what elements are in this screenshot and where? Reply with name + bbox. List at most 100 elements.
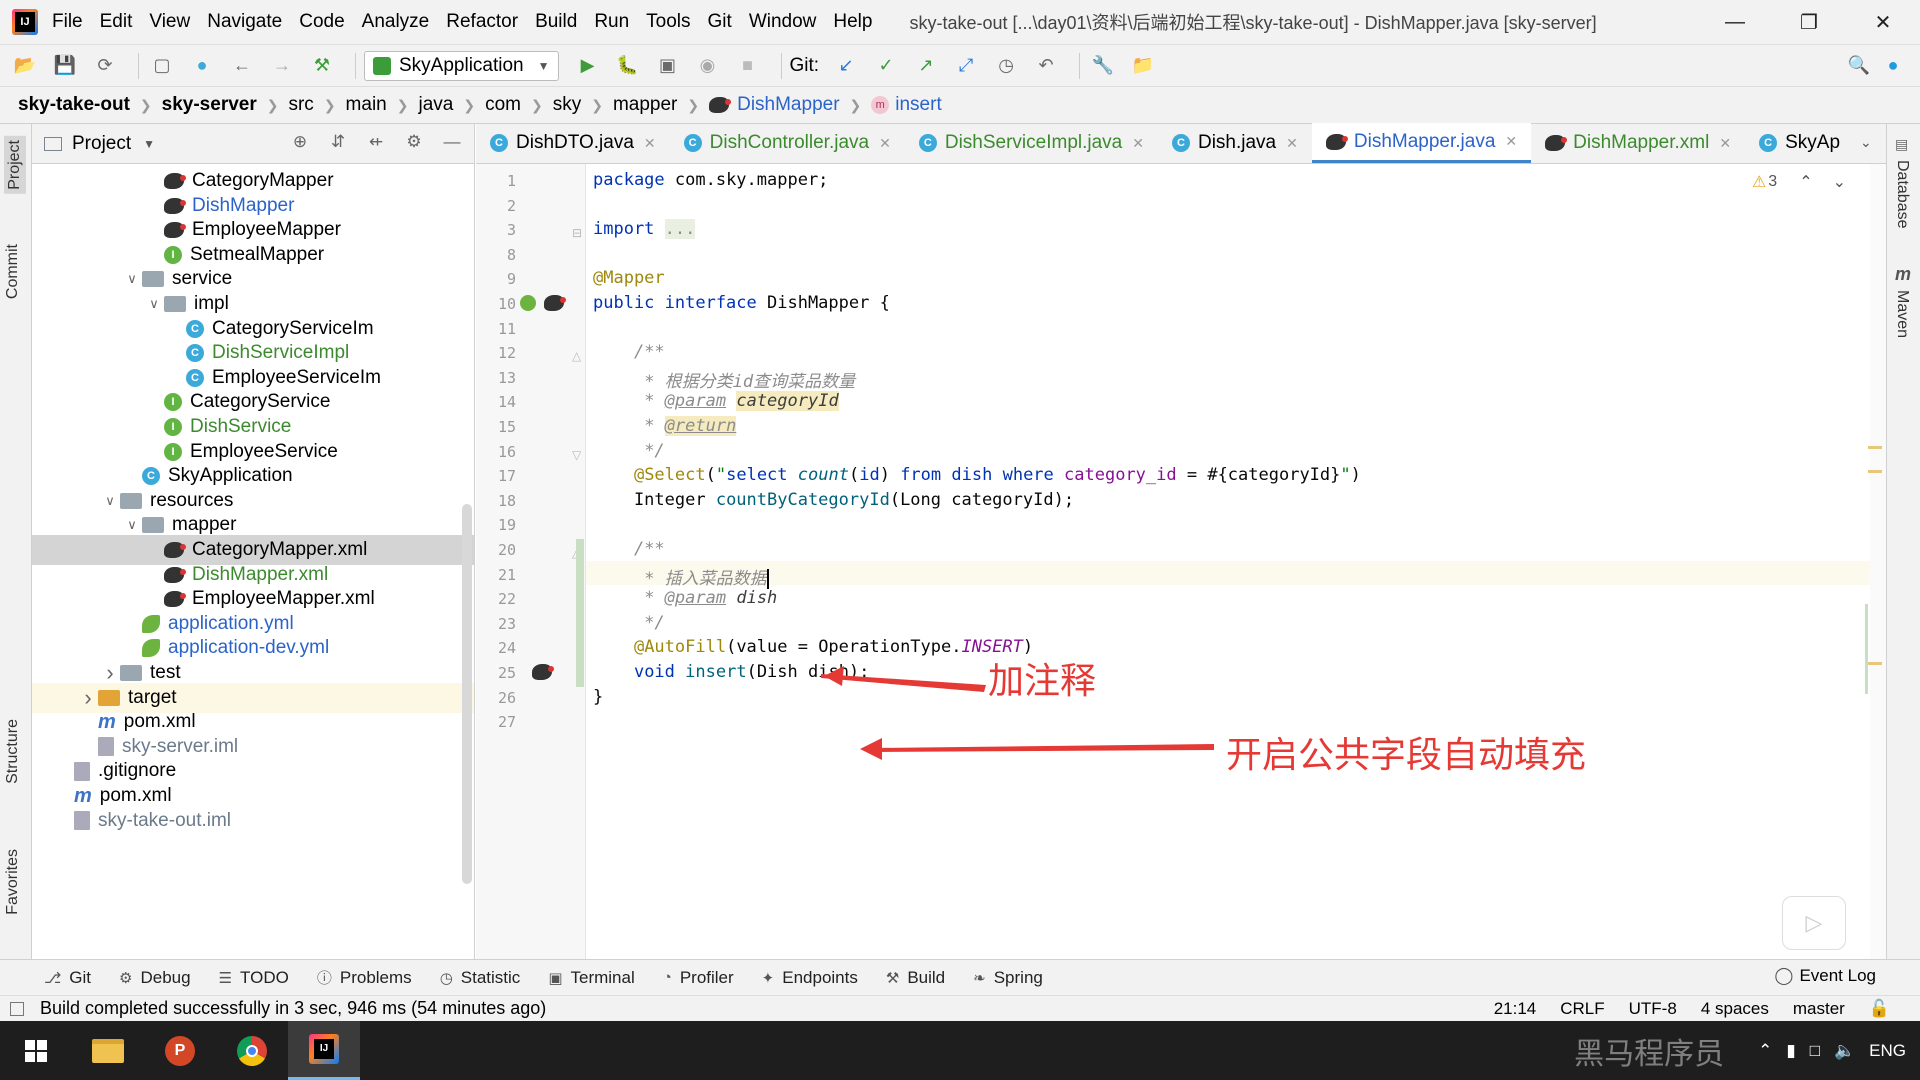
editor-tab[interactable]: DishMapper.xml ✕: [1531, 123, 1745, 163]
menu-refactor[interactable]: Refactor: [446, 11, 518, 33]
class-nav-icon[interactable]: ●: [187, 51, 217, 81]
chevron-down-icon[interactable]: ∨: [100, 493, 120, 509]
close-tab-icon[interactable]: ✕: [1719, 135, 1731, 152]
project-panel-title[interactable]: Project: [72, 133, 131, 155]
search-icon[interactable]: 🔍: [1844, 51, 1874, 81]
editor-tab[interactable]: DishMapper.java ✕: [1311, 123, 1532, 163]
menu-tools[interactable]: Tools: [646, 11, 690, 33]
run-icon[interactable]: ▶: [573, 51, 603, 81]
project-structure-folder-icon[interactable]: 📁: [1128, 51, 1158, 81]
breadcrumb-item[interactable]: insert: [895, 94, 941, 116]
structure-tool-tab[interactable]: Structure: [4, 719, 22, 784]
battery-icon[interactable]: ▮: [1786, 1041, 1795, 1061]
git-rollback-icon[interactable]: ↶: [1031, 51, 1061, 81]
expand-all-icon[interactable]: ⇵: [326, 132, 350, 152]
menu-code[interactable]: Code: [299, 11, 344, 33]
lock-icon[interactable]: 🔓: [1869, 999, 1890, 1019]
editor-tab[interactable]: C SkyAp: [1745, 123, 1854, 163]
minimize-button[interactable]: —: [1698, 0, 1772, 44]
git-history-icon[interactable]: ◷: [991, 51, 1021, 81]
tool-window-git[interactable]: ⎇ Git: [44, 968, 91, 988]
chevron-down-icon[interactable]: ∨: [122, 517, 142, 533]
tool-window-statistic[interactable]: ◷ Statistic: [440, 968, 521, 988]
menu-analyze[interactable]: Analyze: [362, 11, 430, 33]
breadcrumb-item[interactable]: sky-server: [162, 94, 257, 116]
editor-tab[interactable]: C DishController.java ✕: [670, 123, 905, 163]
menu-navigate[interactable]: Navigate: [207, 11, 282, 33]
editor-tab[interactable]: C DishDTO.java ✕: [476, 123, 670, 163]
editor-tab[interactable]: C DishServiceImpl.java ✕: [905, 123, 1158, 163]
file-explorer-icon[interactable]: [72, 1021, 144, 1080]
database-tool-tab[interactable]: Database: [1893, 160, 1911, 229]
tool-window-terminal[interactable]: ▣ Terminal: [548, 968, 634, 988]
tool-window-todo[interactable]: ☰ TODO: [219, 968, 289, 988]
tree-scrollbar[interactable]: [462, 504, 472, 884]
git-fetch-icon[interactable]: ⤢: [951, 51, 981, 81]
status-panel-icon[interactable]: [10, 1001, 24, 1016]
line-separator[interactable]: CRLF: [1560, 999, 1604, 1019]
close-tab-icon[interactable]: ✕: [879, 135, 891, 152]
tab-list-chevron-icon[interactable]: ⌄: [1860, 134, 1872, 151]
git-push-icon[interactable]: ↗: [911, 51, 941, 81]
profile-icon[interactable]: ◉: [693, 51, 723, 81]
breadcrumb-item[interactable]: src: [288, 94, 313, 116]
gear-icon[interactable]: ⚙: [402, 132, 426, 152]
breadcrumb-item[interactable]: sky-take-out: [18, 94, 130, 116]
menu-git[interactable]: Git: [708, 11, 732, 33]
intellij-taskbar-icon[interactable]: IJ: [288, 1021, 360, 1080]
coverage-icon[interactable]: ▣: [653, 51, 683, 81]
run-configuration-select[interactable]: SkyApplication ▼: [364, 50, 559, 81]
code-editor[interactable]: 1 2 3 8 9 10 11 12 13 14 15 16 17 18 19 20 21 22 23 24 25 26 2…: [476, 164, 1886, 959]
forward-icon[interactable]: →: [267, 51, 297, 81]
menu-file[interactable]: File: [52, 11, 83, 33]
project-tool-tab[interactable]: Project: [4, 136, 26, 194]
back-icon[interactable]: ←: [227, 51, 257, 81]
close-tab-icon[interactable]: ✕: [1286, 135, 1298, 152]
menu-help[interactable]: Help: [833, 11, 872, 33]
close-tab-icon[interactable]: ✕: [1505, 133, 1517, 150]
menu-window[interactable]: Window: [749, 11, 817, 33]
input-language[interactable]: ENG: [1869, 1041, 1906, 1061]
breadcrumb-item[interactable]: main: [346, 94, 387, 116]
menu-build[interactable]: Build: [535, 11, 577, 33]
favorites-tool-tab[interactable]: Favorites: [4, 849, 22, 915]
locate-icon[interactable]: ⊕: [288, 132, 312, 152]
tool-window-spring[interactable]: ❧ Spring: [973, 968, 1043, 988]
jetbrains-toolbox-icon[interactable]: ●: [1878, 51, 1908, 81]
breadcrumb-item[interactable]: java: [418, 94, 453, 116]
event-log-button[interactable]: ◯ Event Log: [1774, 966, 1876, 986]
close-tab-icon[interactable]: ✕: [1132, 135, 1144, 152]
breadcrumb-item[interactable]: mapper: [613, 94, 677, 116]
git-branch[interactable]: master: [1793, 999, 1845, 1019]
build-hammer-icon[interactable]: ⚒: [307, 51, 337, 81]
volume-icon[interactable]: 🔈: [1834, 1041, 1855, 1061]
indent-setting[interactable]: 4 spaces: [1701, 999, 1769, 1019]
stop-icon[interactable]: ■: [733, 51, 763, 81]
chevron-down-icon[interactable]: ∨: [122, 271, 142, 287]
chrome-icon[interactable]: [216, 1021, 288, 1080]
hide-icon[interactable]: —: [440, 132, 464, 152]
debug-icon[interactable]: 🐛: [613, 51, 643, 81]
collapse-all-icon[interactable]: ⇷: [364, 132, 388, 152]
menu-edit[interactable]: Edit: [100, 11, 133, 33]
sync-icon[interactable]: ⟳: [90, 51, 120, 81]
tool-window-debug[interactable]: ⚙ Debug: [119, 968, 191, 988]
close-tab-icon[interactable]: ✕: [644, 135, 656, 152]
git-update-icon[interactable]: ↙: [831, 51, 861, 81]
git-commit-icon[interactable]: ✓: [871, 51, 901, 81]
commit-tool-tab[interactable]: Commit: [4, 244, 22, 299]
breadcrumb-item[interactable]: com: [485, 94, 521, 116]
menu-run[interactable]: Run: [594, 11, 629, 33]
open-folder-icon[interactable]: 📂: [10, 51, 40, 81]
play-overlay-button[interactable]: ▷: [1782, 896, 1846, 950]
file-encoding[interactable]: UTF-8: [1629, 999, 1677, 1019]
restore-button[interactable]: ❐: [1772, 0, 1846, 44]
editor-tab[interactable]: C Dish.java ✕: [1158, 123, 1312, 163]
settings-wrench-icon[interactable]: 🔧: [1088, 51, 1118, 81]
breadcrumb-item[interactable]: DishMapper: [737, 94, 839, 116]
maven-tool-tab[interactable]: Maven: [1893, 290, 1911, 338]
tree-item[interactable]: sky-take-out.iml: [32, 806, 474, 836]
tray-chevron-icon[interactable]: ⌃: [1758, 1041, 1772, 1061]
tool-window-problems[interactable]: ⓘ Problems: [317, 967, 412, 988]
network-icon[interactable]: □: [1810, 1041, 1820, 1061]
